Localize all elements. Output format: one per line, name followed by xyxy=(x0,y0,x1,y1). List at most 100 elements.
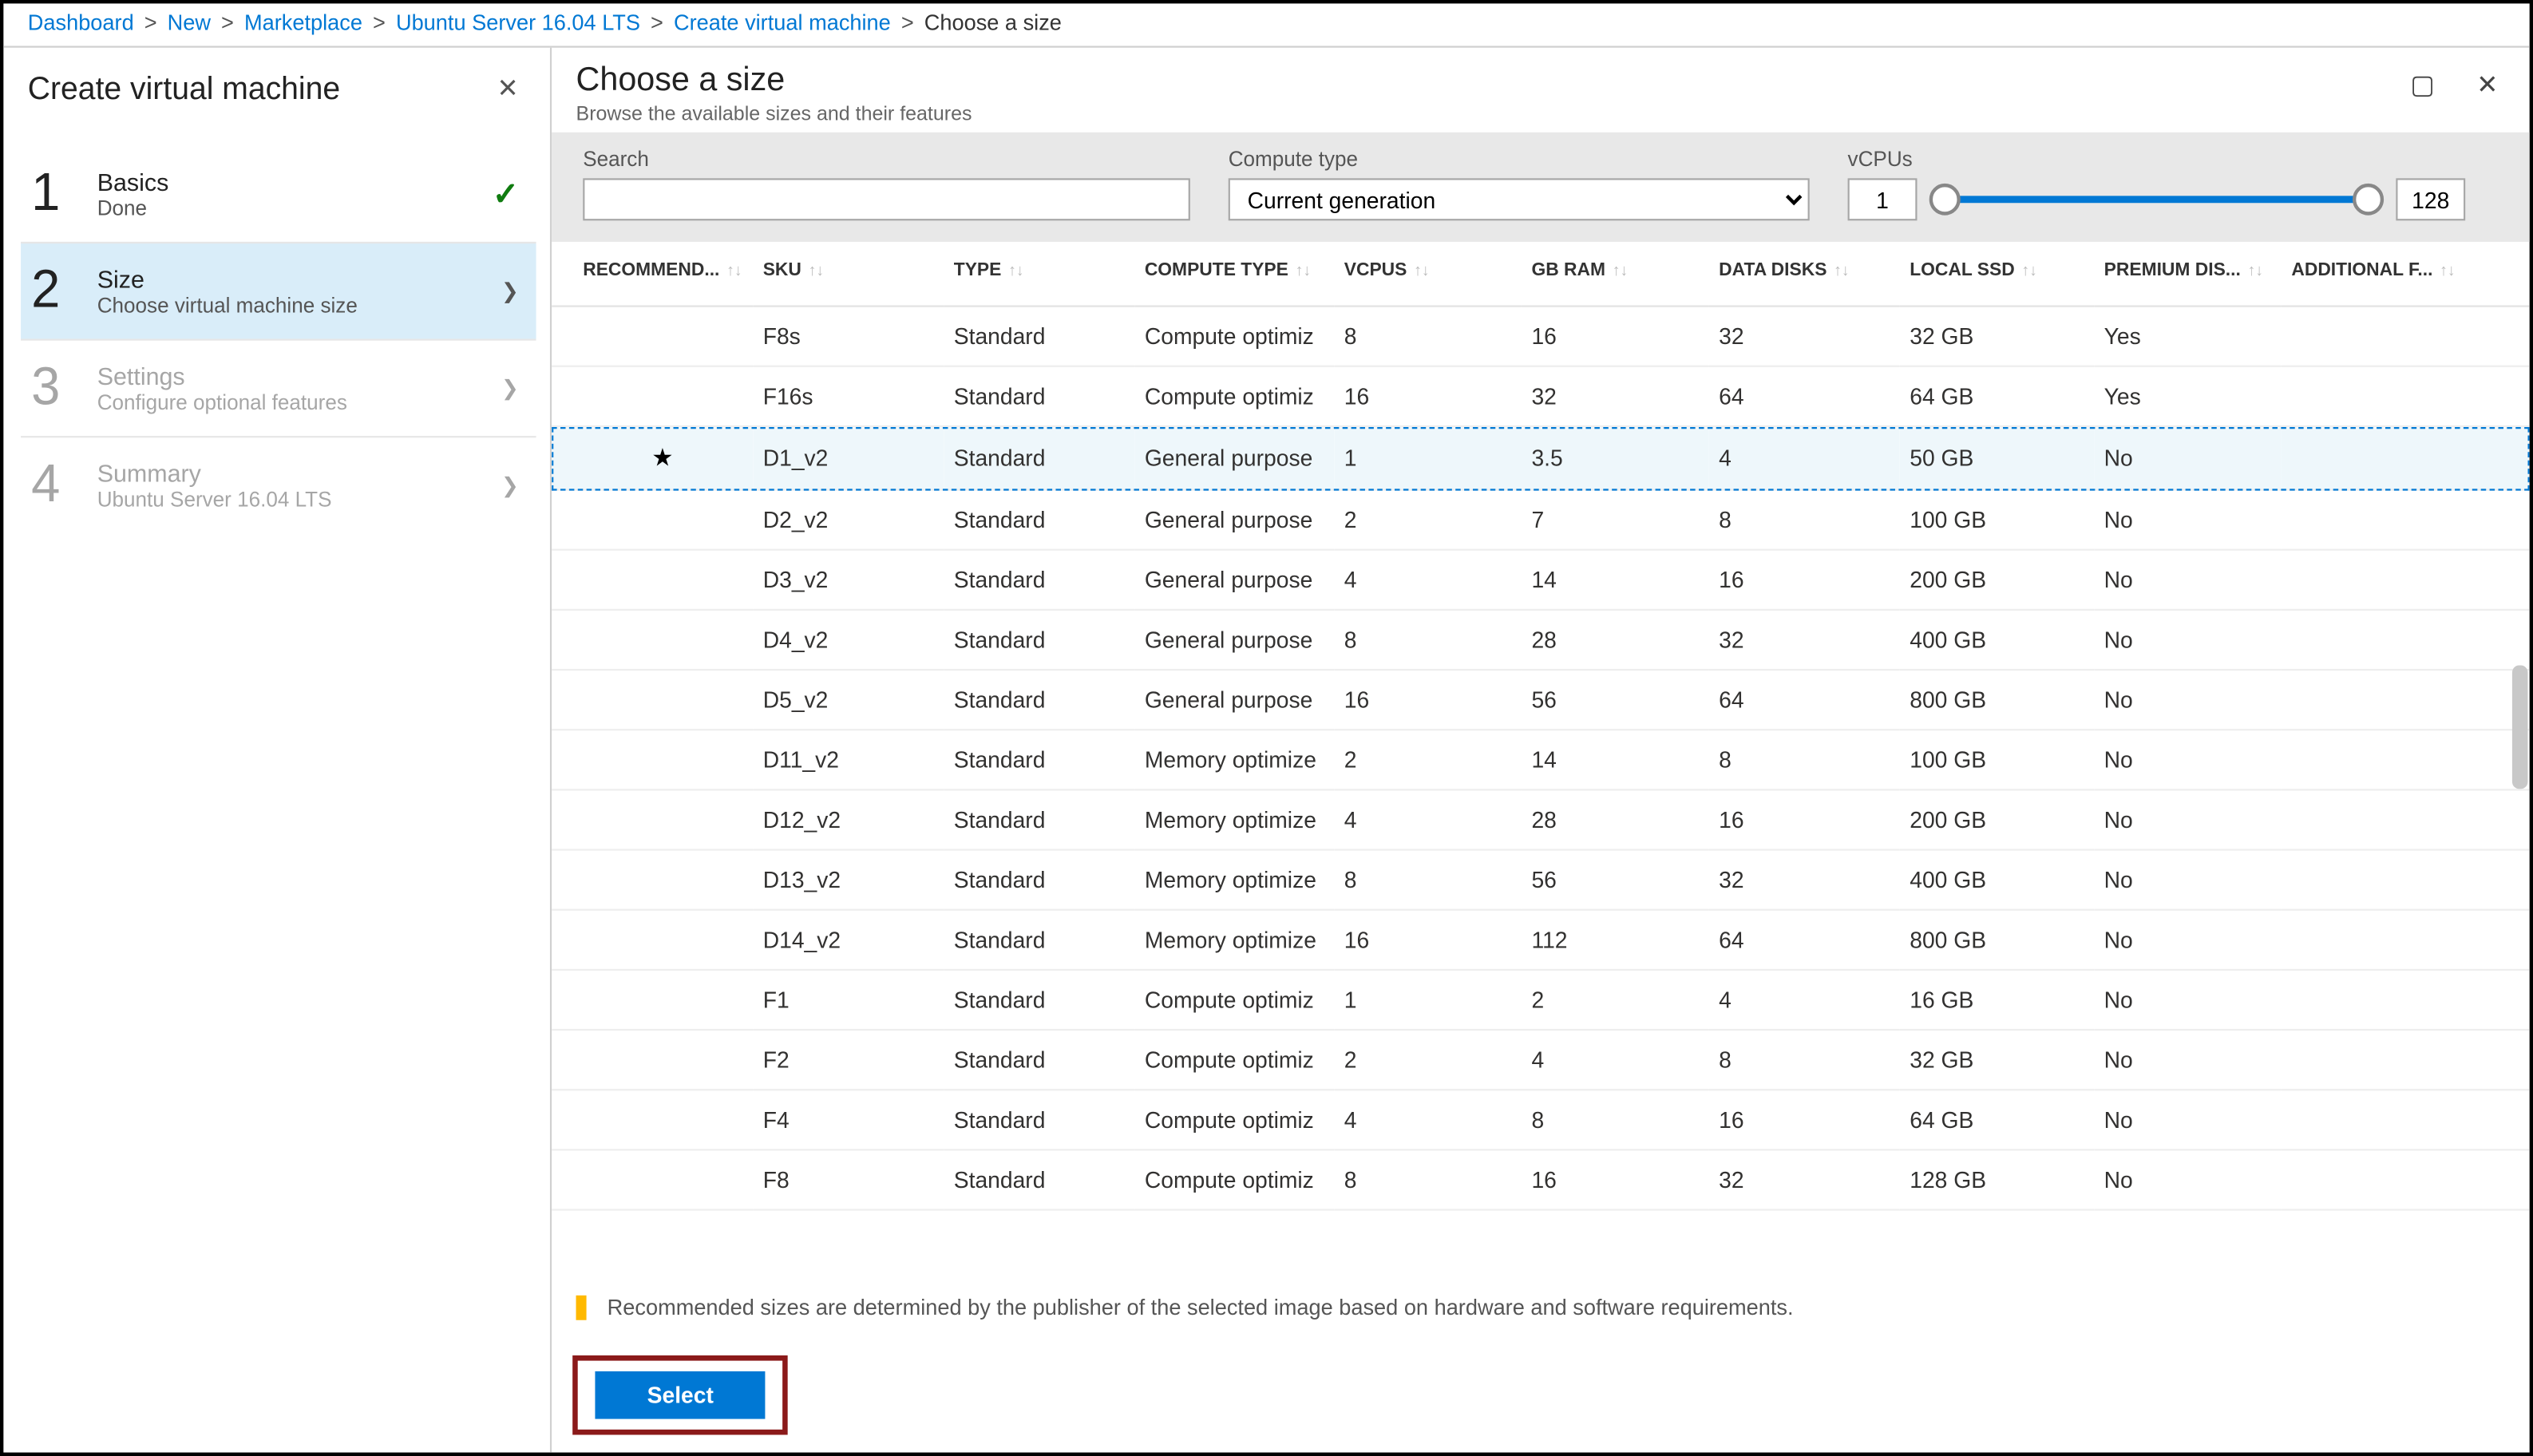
table-row[interactable]: F8sStandardCompute optimiz8163232 GBYes xyxy=(552,307,2530,366)
cell-add xyxy=(2281,850,2529,910)
table-row[interactable]: F16sStandardCompute optimiz16326464 GBYe… xyxy=(552,366,2530,426)
cell-vcpu: 8 xyxy=(1334,850,1522,910)
step-subtitle: Choose virtual machine size xyxy=(97,293,501,318)
vcpu-min-input[interactable] xyxy=(1848,178,1918,220)
table-row[interactable]: D5_v2StandardGeneral purpose165664800 GB… xyxy=(552,670,2530,730)
cell-ram: 56 xyxy=(1521,850,1708,910)
table-row[interactable]: D13_v2StandardMemory optimize85632400 GB… xyxy=(552,850,2530,910)
cell-ram: 8 xyxy=(1521,1090,1708,1149)
cell-add xyxy=(2281,910,2529,970)
cell-sku: F8 xyxy=(753,1149,944,1209)
cell-ssd: 400 GB xyxy=(1899,610,2093,670)
column-header[interactable]: TYPE↑↓ xyxy=(944,242,1134,307)
cell-dd: 64 xyxy=(1708,366,1899,426)
cell-rec xyxy=(552,970,753,1030)
cell-prem: No xyxy=(2094,610,2282,670)
wizard-title: Create virtual machine xyxy=(28,69,490,106)
cell-ct: Memory optimize xyxy=(1134,730,1334,789)
maximize-icon[interactable]: ▢ xyxy=(2404,61,2442,107)
cell-dd: 32 xyxy=(1708,307,1899,366)
compute-type-select[interactable]: Current generation xyxy=(1229,178,1810,220)
cell-ram: 28 xyxy=(1521,610,1708,670)
chevron-right-icon: > xyxy=(651,10,663,35)
cell-ram: 14 xyxy=(1521,550,1708,610)
cell-type: Standard xyxy=(944,789,1134,849)
cell-prem: No xyxy=(2094,910,2282,970)
column-header[interactable]: PREMIUM DIS...↑↓ xyxy=(2094,242,2282,307)
chevron-right-icon: ❯ xyxy=(501,279,519,303)
table-row[interactable]: ★D1_v2StandardGeneral purpose13.5450 GBN… xyxy=(552,426,2530,490)
breadcrumb-link[interactable]: Dashboard xyxy=(28,10,134,35)
table-row[interactable]: D12_v2StandardMemory optimize42816200 GB… xyxy=(552,789,2530,849)
table-row[interactable]: F1StandardCompute optimiz12416 GBNo xyxy=(552,970,2530,1030)
column-header[interactable]: GB RAM↑↓ xyxy=(1521,242,1708,307)
cell-add xyxy=(2281,1090,2529,1149)
cell-type: Standard xyxy=(944,1030,1134,1090)
column-header[interactable]: ADDITIONAL F...↑↓ xyxy=(2281,242,2529,307)
vcpu-slider-thumb-min[interactable] xyxy=(1929,184,1961,216)
breadcrumb: Dashboard>New>Marketplace>Ubuntu Server … xyxy=(3,3,2529,46)
breadcrumb-link[interactable]: Ubuntu Server 16.04 LTS xyxy=(396,10,640,35)
cell-ram: 4 xyxy=(1521,1030,1708,1090)
vcpu-slider-thumb-max[interactable] xyxy=(2353,184,2384,216)
cell-type: Standard xyxy=(944,970,1134,1030)
cell-ssd: 200 GB xyxy=(1899,550,2093,610)
cell-ram: 112 xyxy=(1521,910,1708,970)
chevron-right-icon: > xyxy=(373,10,386,35)
cell-add xyxy=(2281,490,2529,550)
wizard-step-settings: 3SettingsConfigure optional features❯ xyxy=(21,338,536,436)
table-row[interactable]: D11_v2StandardMemory optimize2148100 GBN… xyxy=(552,730,2530,789)
cell-prem: No xyxy=(2094,730,2282,789)
wizard-step-basics[interactable]: 1BasicsDone✓ xyxy=(21,147,536,242)
cell-ssd: 100 GB xyxy=(1899,730,2093,789)
cell-add xyxy=(2281,307,2529,366)
cell-sku: D14_v2 xyxy=(753,910,944,970)
table-row[interactable]: D2_v2StandardGeneral purpose278100 GBNo xyxy=(552,490,2530,550)
column-header[interactable]: DATA DISKS↑↓ xyxy=(1708,242,1899,307)
column-header[interactable]: SKU↑↓ xyxy=(753,242,944,307)
close-icon[interactable]: ✕ xyxy=(490,65,526,111)
wizard-step-size[interactable]: 2SizeChoose virtual machine size❯ xyxy=(21,242,536,339)
cell-vcpu: 4 xyxy=(1334,550,1522,610)
table-row[interactable]: D14_v2StandardMemory optimize1611264800 … xyxy=(552,910,2530,970)
vcpu-max-input[interactable] xyxy=(2396,178,2465,220)
close-icon[interactable]: ✕ xyxy=(2470,61,2506,107)
cell-add xyxy=(2281,610,2529,670)
cell-ct: General purpose xyxy=(1134,670,1334,730)
breadcrumb-link[interactable]: New xyxy=(168,10,211,35)
table-row[interactable]: D4_v2StandardGeneral purpose82832400 GBN… xyxy=(552,610,2530,670)
breadcrumb-link[interactable]: Marketplace xyxy=(244,10,362,35)
table-row[interactable]: D3_v2StandardGeneral purpose41416200 GBN… xyxy=(552,550,2530,610)
table-row[interactable]: F4StandardCompute optimiz481664 GBNo xyxy=(552,1090,2530,1149)
breadcrumb-current: Choose a size xyxy=(924,10,1062,35)
cell-ram: 28 xyxy=(1521,789,1708,849)
column-header[interactable]: LOCAL SSD↑↓ xyxy=(1899,242,2093,307)
wizard-panel: Create virtual machine ✕ 1BasicsDone✓2Si… xyxy=(3,48,552,1453)
cell-ct: Compute optimiz xyxy=(1134,1030,1334,1090)
select-button[interactable]: Select xyxy=(595,1371,766,1419)
column-header[interactable]: RECOMMEND...↑↓ xyxy=(552,242,753,307)
cell-vcpu: 16 xyxy=(1334,910,1522,970)
breadcrumb-link[interactable]: Create virtual machine xyxy=(674,10,891,35)
column-header[interactable]: COMPUTE TYPE↑↓ xyxy=(1134,242,1334,307)
step-number: 2 xyxy=(31,261,97,321)
search-input[interactable] xyxy=(583,178,1190,220)
column-header[interactable]: VCPUS↑↓ xyxy=(1334,242,1522,307)
size-table: RECOMMEND...↑↓SKU↑↓TYPE↑↓COMPUTE TYPE↑↓V… xyxy=(552,242,2530,1211)
cell-dd: 4 xyxy=(1708,426,1899,490)
cell-ssd: 16 GB xyxy=(1899,970,2093,1030)
cell-ram: 2 xyxy=(1521,970,1708,1030)
cell-vcpu: 1 xyxy=(1334,970,1522,1030)
scrollbar-thumb[interactable] xyxy=(2512,666,2528,789)
cell-sku: D3_v2 xyxy=(753,550,944,610)
cell-dd: 16 xyxy=(1708,789,1899,849)
cell-vcpu: 1 xyxy=(1334,426,1522,490)
cell-sku: D5_v2 xyxy=(753,670,944,730)
table-row[interactable]: F2StandardCompute optimiz24832 GBNo xyxy=(552,1030,2530,1090)
vcpu-slider[interactable] xyxy=(1934,196,2378,203)
cell-ct: General purpose xyxy=(1134,490,1334,550)
cell-type: Standard xyxy=(944,670,1134,730)
sort-icon: ↑↓ xyxy=(1414,261,1430,279)
cell-ct: General purpose xyxy=(1134,426,1334,490)
table-row[interactable]: F8StandardCompute optimiz81632128 GBNo xyxy=(552,1149,2530,1209)
